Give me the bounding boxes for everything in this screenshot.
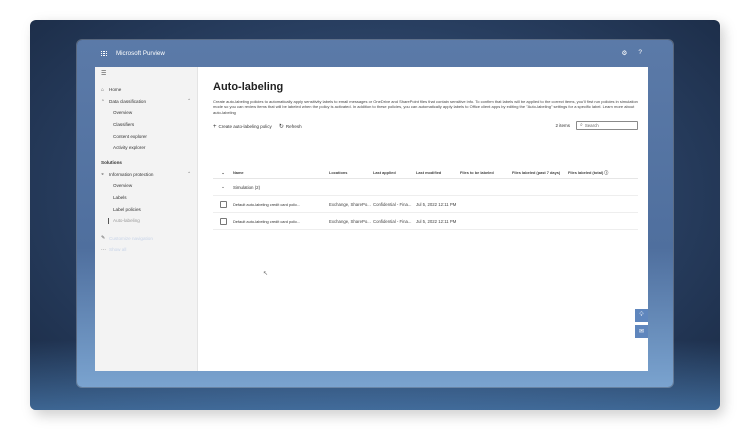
classification-icon: ◔ — [101, 98, 105, 105]
row-last-modified: Jul 5, 2022 12:11 PM — [416, 218, 457, 224]
edit-icon: ✎ — [101, 235, 106, 242]
search-input[interactable]: ⌕ Search — [576, 120, 638, 130]
refresh-icon: ↻ — [278, 124, 284, 131]
policy-table: ⌄ Name Locations Last applied Last modif… — [213, 167, 638, 230]
help-icon[interactable]: ? — [638, 49, 642, 57]
shield-icon: ◒ — [101, 171, 105, 178]
chevron-up-icon: ⌃ — [187, 98, 191, 104]
row-last-modified: Jul 5, 2022 12:11 PM — [416, 201, 457, 207]
group-header[interactable]: ⌄ Simulation (2) — [213, 179, 638, 196]
home-icon: ⌂ — [101, 86, 105, 93]
column-name[interactable]: Name — [233, 170, 329, 175]
row-checkbox[interactable] — [219, 200, 227, 208]
sidebar-item-label-policies[interactable]: Label policies — [95, 203, 197, 215]
app-launcher-icon[interactable] — [101, 50, 108, 57]
chevron-up-icon: ⌃ — [187, 171, 191, 177]
info-icon: ⓘ — [604, 169, 609, 175]
sidebar-item-ip-overview[interactable]: Overview — [95, 180, 197, 192]
column-files-labeled-total[interactable]: Files labeled (total) ⓘ — [568, 170, 638, 176]
page-title: Auto-labeling — [213, 81, 284, 93]
table-row[interactable]: Default auto-labeling credit card polic.… — [213, 213, 638, 230]
table-row[interactable]: Default auto-labeling credit card polic.… — [213, 196, 638, 213]
sort-chevron-icon[interactable]: ⌄ — [213, 170, 233, 175]
row-name[interactable]: Default auto-labeling credit card polic.… — [233, 202, 329, 207]
sidebar-item-dc-overview[interactable]: Overview — [95, 107, 197, 119]
column-locations[interactable]: Locations — [329, 170, 373, 175]
row-last-applied: Confidential - Fina... — [373, 218, 412, 224]
row-last-applied: Confidential - Fina... — [373, 201, 412, 207]
hamburger-icon[interactable]: ☰ — [101, 70, 106, 77]
group-label: Simulation (2) — [233, 184, 261, 190]
sidebar-item-content-explorer[interactable]: Content explorer — [95, 130, 197, 142]
sidebar-item-classifiers[interactable]: Classifiers — [95, 119, 197, 131]
device-background: Microsoft Purview ⚙ ? ☰ ⌂ Home ◔ Data clas… — [30, 20, 720, 410]
app-title: Microsoft Purview — [116, 50, 165, 57]
create-policy-button[interactable]: + Create auto-labeling policy — [213, 124, 272, 130]
page-description: Create auto-labeling policies to automat… — [213, 99, 638, 115]
sidebar-item-home[interactable]: ⌂ Home — [95, 84, 197, 96]
feedback-icon[interactable]: ✉︎ — [635, 325, 648, 338]
sidebar-item-auto-labeling[interactable]: Auto-labeling — [95, 215, 197, 227]
column-last-applied[interactable]: Last applied — [373, 170, 416, 175]
column-files-to-be-labeled[interactable]: Files to be labeled — [460, 170, 512, 175]
row-name[interactable]: Default auto-labeling credit card polic.… — [233, 219, 329, 224]
sidebar: ☰ ⌂ Home ◔ Data classification ⌃ Overview C… — [95, 67, 198, 371]
more-icon: ⋯ — [101, 246, 106, 253]
row-locations: Exchange, SharePo... — [329, 201, 371, 207]
table-header: ⌄ Name Locations Last applied Last modif… — [213, 167, 638, 179]
mouse-cursor-icon: ↖ — [263, 271, 269, 277]
chevron-down-icon[interactable]: ⌄ — [213, 184, 233, 190]
sidebar-section-solutions: Solutions — [101, 160, 122, 166]
sidebar-item-information-protection[interactable]: ◒ Information protection ⌃ — [95, 169, 197, 181]
column-last-modified[interactable]: Last modified — [416, 170, 460, 175]
floating-actions: 💡︎ ✉︎ — [635, 309, 648, 341]
item-count: 2 items — [555, 122, 570, 128]
column-files-labeled-7days[interactable]: Files labeled (past 7 days) — [512, 170, 568, 175]
sidebar-item-customize-navigation[interactable]: ✎ Customize navigation — [95, 233, 197, 245]
row-checkbox[interactable] — [219, 217, 227, 225]
sidebar-item-show-all[interactable]: ⋯ Show all — [95, 244, 197, 256]
lightbulb-icon[interactable]: 💡︎ — [635, 309, 648, 322]
main-content: Auto-labeling Create auto-labeling polic… — [213, 81, 648, 230]
row-locations: Exchange, SharePo... — [329, 218, 371, 224]
sidebar-item-data-classification[interactable]: ◔ Data classification ⌃ — [95, 96, 197, 108]
refresh-button[interactable]: ↻ Refresh — [279, 123, 302, 130]
plus-icon: + — [213, 123, 217, 130]
command-bar: + Create auto-labeling policy ↻ Refresh 2 … — [213, 120, 638, 133]
app-window: ☰ ⌂ Home ◔ Data classification ⌃ Overview C… — [95, 67, 648, 371]
sidebar-item-activity-explorer[interactable]: Activity explorer — [95, 142, 197, 154]
search-icon: ⌕ — [580, 122, 583, 129]
browser-frame: Microsoft Purview ⚙ ? ☰ ⌂ Home ◔ Data clas… — [77, 40, 673, 387]
app-titlebar: Microsoft Purview ⚙ ? — [95, 40, 648, 67]
sidebar-item-labels[interactable]: Labels — [95, 192, 197, 204]
gear-icon[interactable]: ⚙ — [622, 49, 628, 57]
